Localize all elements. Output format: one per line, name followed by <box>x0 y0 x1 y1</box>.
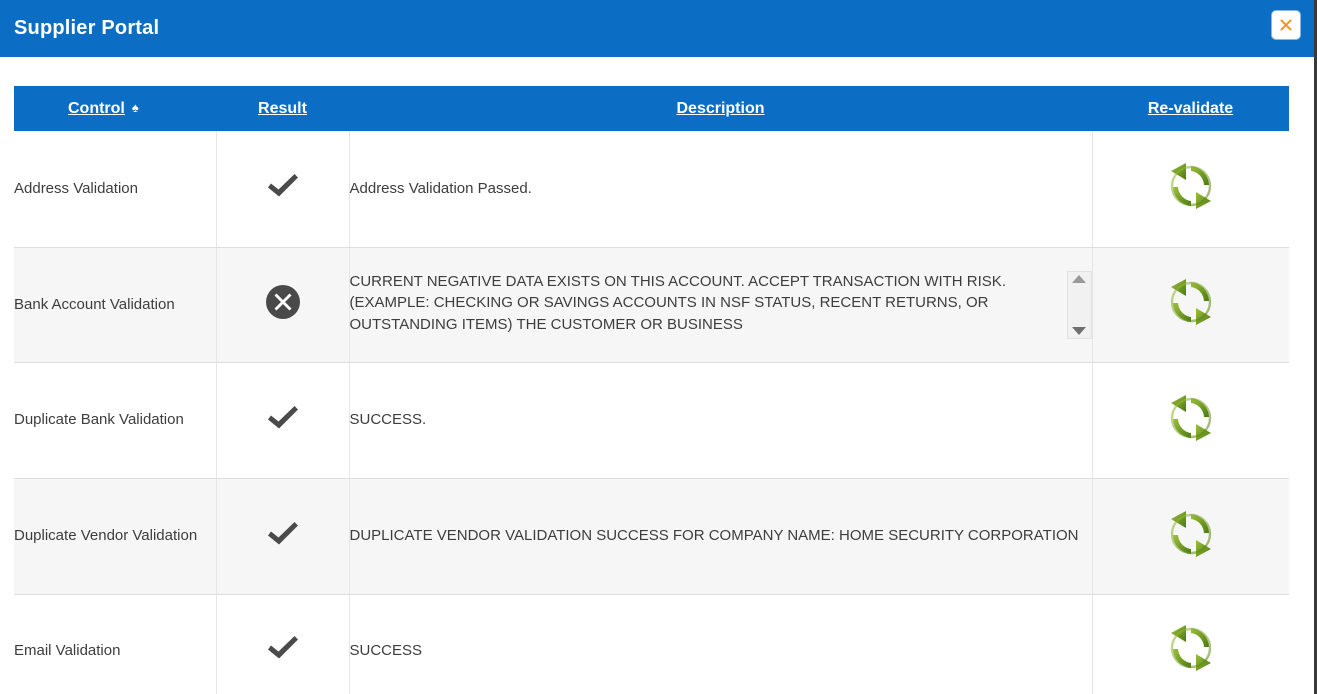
control-name: Email Validation <box>14 642 120 659</box>
control-name: Duplicate Vendor Validation <box>14 527 197 544</box>
cell-description: SUCCESS. <box>349 362 1092 478</box>
cell-control: Address Validation <box>14 131 216 247</box>
refresh-icon[interactable] <box>1162 159 1220 218</box>
supplier-portal-window: Supplier Portal Contro <box>0 0 1317 694</box>
control-name: Bank Account Validation <box>14 296 175 313</box>
control-name: Address Validation <box>14 180 138 197</box>
cell-description: Address Validation Passed. <box>349 131 1092 247</box>
column-header-description-label: Description <box>676 100 764 118</box>
cell-result <box>216 478 349 594</box>
check-icon <box>266 171 300 206</box>
cell-result <box>216 362 349 478</box>
cell-revalidate <box>1092 478 1289 594</box>
table-body: Address Validation Address Validation Pa… <box>14 131 1289 694</box>
check-icon <box>266 403 300 438</box>
column-header-description[interactable]: Description <box>349 86 1092 131</box>
table-row: Duplicate Vendor Validation DUPLICATE VE… <box>14 478 1289 594</box>
table-row: Duplicate Bank Validation SUCCESS. <box>14 362 1289 478</box>
titlebar-spacer <box>0 57 1314 86</box>
scroll-up-arrow-icon[interactable] <box>1072 275 1086 283</box>
cell-control: Email Validation <box>14 594 216 694</box>
cell-revalidate <box>1092 247 1289 362</box>
control-name: Duplicate Bank Validation <box>14 411 184 428</box>
column-header-control-label: Control <box>68 100 125 118</box>
cell-result <box>216 247 349 362</box>
cell-control: Duplicate Bank Validation <box>14 362 216 478</box>
window-titlebar: Supplier Portal <box>0 0 1314 57</box>
sort-ascending-icon: ♠ <box>132 101 139 114</box>
cell-result <box>216 594 349 694</box>
table-header: Control ♠ Result Description <box>14 86 1289 131</box>
validation-results-table: Control ♠ Result Description <box>14 86 1289 694</box>
close-x-icon <box>1277 16 1295 34</box>
cell-description: CURRENT NEGATIVE DATA EXISTS ON THIS ACC… <box>349 247 1092 362</box>
cell-result <box>216 131 349 247</box>
cell-description: DUPLICATE VENDOR VALIDATION SUCCESS FOR … <box>349 478 1092 594</box>
error-circle-icon <box>265 284 301 325</box>
page-title: Supplier Portal <box>14 17 159 40</box>
check-icon <box>266 519 300 554</box>
close-button[interactable] <box>1272 11 1300 39</box>
check-icon <box>266 633 300 668</box>
column-header-control[interactable]: Control ♠ <box>14 86 216 131</box>
column-header-revalidate-label: Re-validate <box>1148 100 1233 118</box>
validation-results-panel: Control ♠ Result Description <box>14 86 1289 694</box>
scroll-down-arrow-icon[interactable] <box>1072 327 1086 335</box>
refresh-icon[interactable] <box>1162 507 1220 566</box>
description-text: SUCCESS <box>350 642 423 659</box>
description-scrollbar[interactable] <box>1067 271 1092 339</box>
description-text: SUCCESS. <box>350 411 427 428</box>
table-header-row: Control ♠ Result Description <box>14 86 1289 131</box>
refresh-icon[interactable] <box>1162 275 1220 334</box>
refresh-icon[interactable] <box>1162 391 1220 450</box>
table-row: Address Validation Address Validation Pa… <box>14 131 1289 247</box>
cell-revalidate <box>1092 362 1289 478</box>
description-scroll-container: CURRENT NEGATIVE DATA EXISTS ON THIS ACC… <box>350 271 1092 339</box>
description-text: CURRENT NEGATIVE DATA EXISTS ON THIS ACC… <box>350 271 1067 336</box>
refresh-icon[interactable] <box>1162 621 1220 680</box>
cell-control: Bank Account Validation <box>14 247 216 362</box>
cell-description: SUCCESS <box>349 594 1092 694</box>
table-row: Email Validation SUCCESS <box>14 594 1289 694</box>
column-header-result[interactable]: Result <box>216 86 349 131</box>
column-header-revalidate[interactable]: Re-validate <box>1092 86 1289 131</box>
cell-revalidate <box>1092 594 1289 694</box>
column-header-result-label: Result <box>258 100 307 118</box>
description-text: DUPLICATE VENDOR VALIDATION SUCCESS FOR … <box>350 527 1079 544</box>
cell-revalidate <box>1092 131 1289 247</box>
description-text: Address Validation Passed. <box>350 180 532 197</box>
cell-control: Duplicate Vendor Validation <box>14 478 216 594</box>
table-row: Bank Account Validation CURRENT NEGATIV <box>14 247 1289 362</box>
